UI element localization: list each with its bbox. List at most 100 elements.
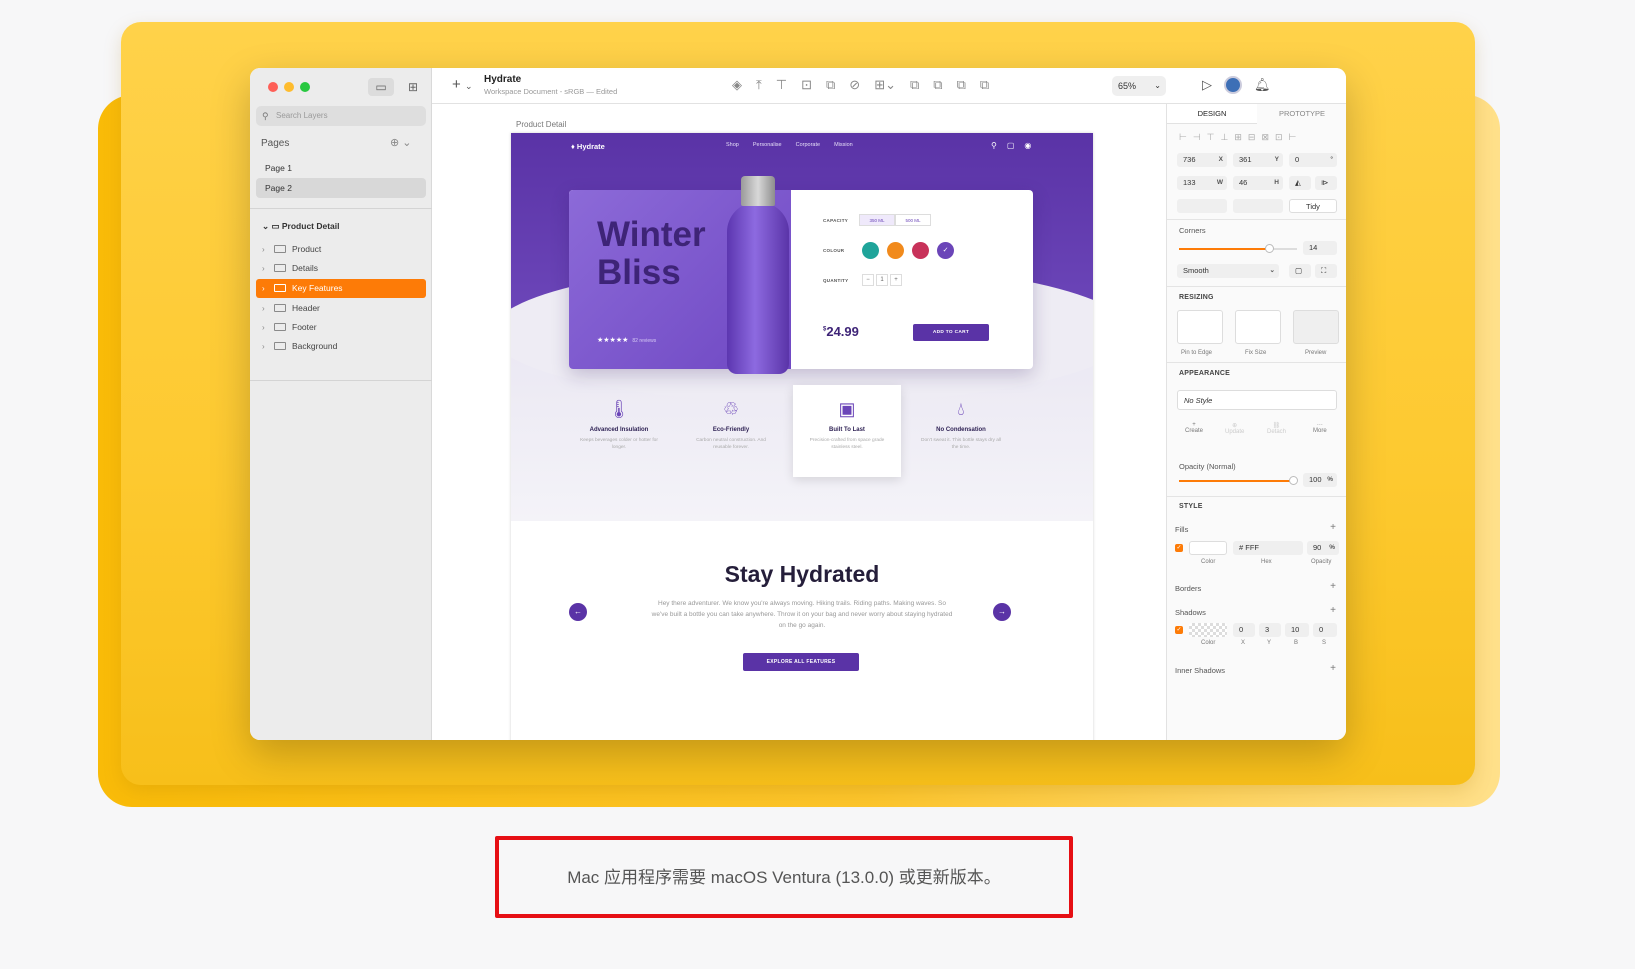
nav-shop[interactable]: Shop [726,142,739,148]
colour-swatch-orange[interactable] [887,242,904,259]
canvas[interactable]: Product Detail ♦ Hydrate Shop Personalis… [432,104,1166,740]
close-window-button[interactable] [268,82,278,92]
pin-to-edge-control[interactable] [1177,310,1223,344]
layer-footer[interactable]: › Footer [256,318,426,337]
capacity-350-button[interactable]: 350 ML [859,214,895,226]
more-button[interactable]: ··· More [1313,422,1327,434]
quantity-value[interactable]: 1 [876,274,888,286]
difference-icon[interactable]: ⧉ [980,77,989,93]
edit-icon[interactable]: ⊘ [849,77,860,93]
tab-design[interactable]: DESIGN [1167,104,1257,124]
rotation-field[interactable]: 0 ° [1289,153,1337,167]
chevron-down-icon: ⌄ [1154,81,1161,90]
capacity-500-button[interactable]: 500 ML [895,214,931,226]
fill-color-swatch[interactable] [1189,541,1227,555]
subtract-icon[interactable]: ⧉ [933,77,942,93]
layer-product[interactable]: › Product [256,240,426,259]
shadow-spread-field[interactable]: 0 [1313,623,1337,637]
fill-hex-field[interactable]: # FFF [1233,541,1303,555]
shadow-blur-field[interactable]: 10 [1285,623,1309,637]
export-icon[interactable]: ⤒ [756,77,762,93]
search-icon[interactable]: ⚲ [991,141,997,150]
zoom-window-button[interactable] [300,82,310,92]
explore-features-button[interactable]: EXPLORE ALL FEATURES [743,653,859,671]
add-page-icon[interactable]: ⊕ ⌄ [390,136,412,149]
tab-prototype[interactable]: PROTOTYPE [1257,104,1346,124]
page-item-1[interactable]: Page 1 [256,158,426,178]
colour-swatch-teal[interactable] [862,242,879,259]
opacity-field[interactable]: 100% [1303,473,1337,487]
add-shadow-icon[interactable]: + [1330,605,1336,616]
shadow-x-field[interactable]: 0 [1233,623,1255,637]
artboard-layer[interactable]: ⌄ ▭ Product Detail [256,216,426,236]
shadow-color-swatch[interactable] [1189,623,1227,637]
spacing-field-2[interactable] [1233,199,1283,213]
height-field[interactable]: 46 H [1233,176,1283,190]
width-field[interactable]: 133 W [1177,176,1227,190]
user-icon[interactable]: ◉ [1024,141,1031,150]
layer-key-features[interactable]: › Key Features [256,279,426,298]
layer-header[interactable]: › Header [256,299,426,318]
artboard-product-detail[interactable]: ♦ Hydrate Shop Personalise Corporate Mis… [511,133,1093,740]
paint-icon[interactable]: ⊤ [776,77,787,93]
layer-details[interactable]: › Details [256,259,426,278]
nav-personalise[interactable]: Personalise [753,142,782,148]
page-item-2[interactable]: Page 2 [256,178,426,198]
nav-corporate[interactable]: Corporate [796,142,820,148]
corner-radius-field[interactable]: 14 [1303,241,1337,255]
y-field[interactable]: 361 Y [1233,153,1283,167]
fill-opacity-field[interactable]: 90% [1307,541,1339,555]
bell-icon[interactable]: 🔔︎ [1254,77,1271,93]
corner-square-icon[interactable]: ▢ [1289,264,1311,278]
zoom-select[interactable]: 65% ⌄ [1112,76,1166,96]
add-border-icon[interactable]: + [1330,581,1336,592]
tidy-button[interactable]: Tidy [1289,199,1337,213]
minimize-window-button[interactable] [284,82,294,92]
shadow-enabled-checkbox[interactable]: ✓ [1175,626,1183,634]
inspector-divider [1167,362,1346,363]
corner-slider[interactable] [1179,244,1297,253]
corner-style-select[interactable]: Smooth ⌄ [1177,264,1279,278]
layer-background[interactable]: › Background [256,337,426,356]
colour-swatch-purple[interactable]: ✓ [937,242,954,259]
symbol-icon[interactable]: ◈ [732,77,742,93]
colour-swatch-red[interactable] [912,242,929,259]
fill-enabled-checkbox[interactable]: ✓ [1175,544,1183,552]
intersect-icon[interactable]: ⧉ [957,77,966,93]
insert-plus-icon[interactable]: + ⌄ [452,76,472,93]
shadow-y-field[interactable]: 3 [1259,623,1281,637]
corner-expand-icon[interactable]: ⛶ [1315,264,1337,278]
site-logo: ♦ Hydrate [571,142,605,151]
add-inner-shadow-icon[interactable]: + [1330,663,1336,674]
opacity-slider[interactable] [1179,476,1298,485]
feature-built-to-last[interactable]: ▣ Built To Last Precision-crafted from s… [793,385,901,477]
union-icon[interactable]: ⧉ [910,77,919,93]
window-controls [268,82,310,92]
transform-icon[interactable]: ⧉ [826,77,835,93]
play-icon[interactable]: ▷ [1202,77,1212,93]
quantity-plus-button[interactable]: + [890,274,902,286]
add-to-cart-button[interactable]: ADD TO CART [913,324,989,341]
bag-icon[interactable]: ▢ [1007,141,1015,150]
update-style-button[interactable]: ⊕ Update [1225,422,1244,435]
fix-size-control[interactable] [1235,310,1281,344]
search-layers-input[interactable]: ⚲ Search Layers [256,106,426,126]
align-icons[interactable]: ⊢⊣⊤⊥⊞⊟⊠⊡⊢ [1179,132,1302,143]
detach-style-button[interactable]: ⛓ Detach [1267,422,1286,435]
components-grid-icon[interactable]: ⊞ [400,78,426,96]
flip-vertical-icon[interactable]: ⧐ [1315,176,1337,190]
sidebar-toggle-icon[interactable]: ▭ [368,78,394,96]
quantity-minus-button[interactable]: − [862,274,874,286]
x-field[interactable]: 736 X [1177,153,1227,167]
avatar[interactable] [1224,76,1242,94]
layer-style-select[interactable]: No Style [1177,390,1337,410]
flip-horizontal-icon[interactable]: ◭ [1289,176,1311,190]
arrow-right-button[interactable]: → [993,603,1011,621]
add-fill-icon[interactable]: + [1330,522,1336,533]
create-style-button[interactable]: + Create [1185,422,1203,434]
nav-mission[interactable]: Mission [834,142,853,148]
scale-icon[interactable]: ⊡ [801,77,812,93]
arrow-left-button[interactable]: ← [569,603,587,621]
spacing-field[interactable] [1177,199,1227,213]
crop-icon[interactable]: ⊞⌄ [874,77,896,93]
